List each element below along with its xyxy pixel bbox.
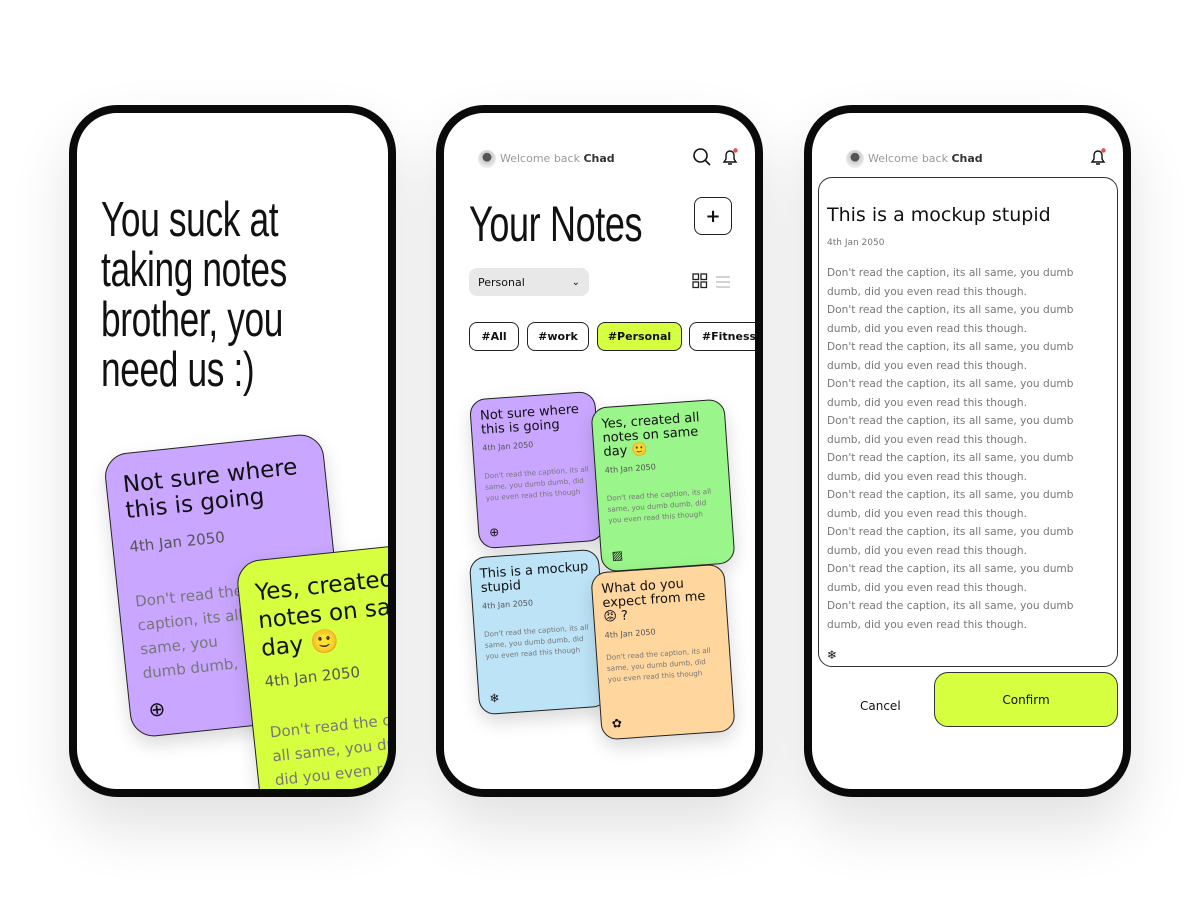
note-title: This is a mockup stupid [479,559,589,596]
note-paragraph: Don't read the caption, its all same, yo… [827,341,1074,372]
note-date: 4th Jan 2050 [482,440,534,453]
note-editor[interactable]: This is a mockup stupid 4th Jan 2050 Don… [818,177,1118,667]
avatar[interactable] [846,150,864,168]
dropdown-value: Personal [478,275,525,289]
note-paragraph: Don't read the caption, its all same, yo… [827,600,1074,631]
onboarding-screen: You suck at taking notes brother, you ne… [69,105,396,797]
note-paragraph: Don't read the caption, its all same, yo… [827,378,1074,409]
confirm-button[interactable]: Confirm [934,672,1118,727]
tag-chip-fitness[interactable]: #Fitness [689,322,755,351]
user-name: Chad [583,152,615,165]
add-note-button[interactable]: + [694,197,732,235]
note-date: 4th Jan 2050 [604,627,656,641]
avatar[interactable] [478,150,496,168]
onboarding-headline: You suck at taking notes brother, you ne… [101,195,287,395]
lifebuoy-icon: ⊕ [147,696,167,722]
list-view-icon[interactable] [716,274,730,293]
note-card[interactable]: What do you expect from me 😡 ? 4th Jan 2… [590,563,736,741]
brain-icon: ✿ [611,716,623,731]
note-paragraph: Don't read the caption, its all same, yo… [827,526,1074,557]
note-date: 4th Jan 2050 [604,462,657,476]
note-body: Don't read the caption, its all same, yo… [605,645,711,684]
note-title: What do you expect from me 😡 ? [600,576,706,626]
note-body: Don't read the caption, its all same, yo… [483,622,589,661]
note-card-lime[interactable]: Yes, created all notes on same day 🙂 4th… [235,537,396,790]
note-body: Don't read the caption, its all same, yo… [606,486,712,525]
welcome-text: Welcome back Chad [868,152,983,165]
user-name: Chad [951,152,983,165]
note-body: Don't read the caption, its all same, yo… [134,581,244,685]
snowflake-icon: ❄ [489,690,501,706]
note-date: 4th Jan 2050 [481,598,534,611]
note-body: Don't read the caption, its all same, yo… [269,703,396,790]
note-card[interactable]: Not sure where this is going 4th Jan 205… [468,390,606,550]
tag-chip-personal[interactable]: #Personal [597,322,682,351]
note-card[interactable]: This is a mockup stupid 4th Jan 2050 Don… [468,548,610,716]
welcome-label: Welcome back [500,152,580,165]
chevron-down-icon: ⌄ [571,276,580,288]
note-date: 4th Jan 2050 [128,528,226,556]
headline-line: You suck at [101,193,279,247]
lifebuoy-icon: ⊕ [488,524,500,540]
note-card[interactable]: Yes, created all notes on same day 🙂 4th… [590,398,736,573]
note-title: Yes, created all notes on same day 🙂 [601,410,700,461]
note-title: Not sure where this is going [479,401,580,438]
welcome-text: Welcome back Chad [500,152,615,165]
note-title: Not sure where this is going [121,454,299,525]
note-paragraph: Don't read the caption, its all same, yo… [827,267,1074,298]
clipboard-edit-icon: ▨ [611,547,624,563]
welcome-label: Welcome back [868,152,948,165]
bell-icon[interactable] [720,147,740,171]
tag-chip-all[interactable]: #All [469,322,519,351]
note-body[interactable]: Don't read the caption, its all same, yo… [827,264,1109,634]
note-paragraph: Don't read the caption, its all same, yo… [827,304,1074,335]
headline-line: brother, you [101,293,284,347]
note-body: Don't read the caption, its all same, yo… [483,464,589,503]
note-title: Yes, created all notes on same day 🙂 [254,562,396,662]
category-dropdown[interactable]: Personal ⌄ [469,268,589,296]
page-title: Your Notes [469,196,643,252]
note-detail-screen: Welcome back Chad This is a mockup stupi… [804,105,1131,797]
note-paragraph: Don't read the caption, its all same, yo… [827,563,1074,594]
tag-chip-work[interactable]: #work [527,322,589,351]
search-icon[interactable] [692,147,712,172]
snowflake-icon: ❄ [827,648,838,662]
note-paragraph: Don't read the caption, its all same, yo… [827,489,1074,520]
note-date: 4th Jan 2050 [827,238,885,248]
note-paragraph: Don't read the caption, its all same, yo… [827,415,1074,446]
cancel-button[interactable]: Cancel [860,699,901,713]
headline-line: need us :) [101,343,255,397]
notes-list-screen: Welcome back Chad Your Notes + Personal ⌄… [436,105,763,797]
grid-view-icon[interactable] [692,273,708,293]
bell-icon[interactable] [1088,147,1108,171]
note-title[interactable]: This is a mockup stupid [827,204,1109,226]
note-paragraph: Don't read the caption, its all same, yo… [827,452,1074,483]
headline-line: taking notes [101,243,287,297]
